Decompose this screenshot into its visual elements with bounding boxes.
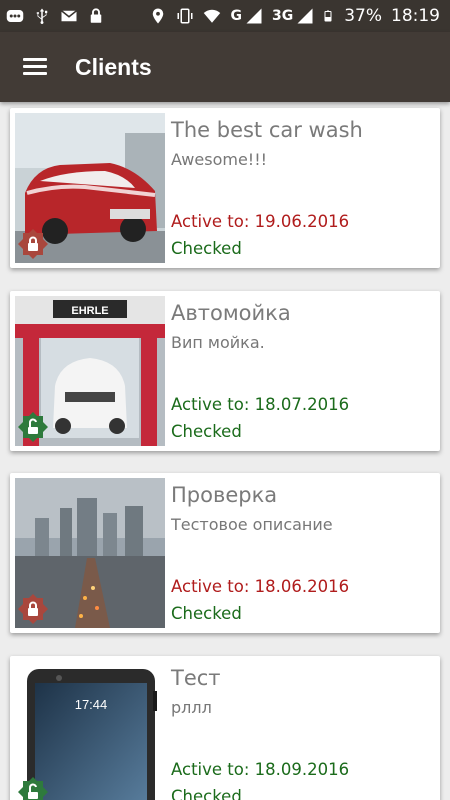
client-description: Awesome!!! — [171, 150, 268, 169]
client-status: Checked — [171, 239, 242, 258]
client-description: рллл — [171, 698, 212, 717]
client-active-to: Active to: 19.06.2016 — [171, 212, 350, 231]
client-card[interactable]: Проверка Тестовое описание Active to: 18… — [10, 473, 440, 633]
client-card[interactable]: 17:44 Тест рллл Active to: 18.09.2016 Ch… — [10, 656, 440, 800]
client-status: Checked — [171, 787, 242, 800]
signal-icon — [297, 8, 313, 24]
network-type-2: 3G — [271, 8, 294, 24]
client-title: Проверка — [171, 483, 278, 507]
client-card[interactable]: The best car wash Awesome!!! Active to: … — [10, 108, 440, 268]
unlock-icon — [18, 412, 48, 442]
location-icon — [153, 8, 164, 24]
more-icon — [6, 10, 24, 22]
client-list[interactable]: The best car wash Awesome!!! Active to: … — [0, 102, 450, 800]
mail-icon — [61, 10, 77, 22]
network-type-1: G — [230, 8, 242, 24]
wifi-icon — [204, 9, 221, 23]
battery-level: 37% — [344, 6, 382, 26]
client-title: Автомойка — [171, 301, 291, 325]
client-description: Тестовое описание — [171, 515, 333, 534]
client-card[interactable]: EHRLE Автомойка Вип мойка. Active to: 18… — [10, 291, 440, 451]
page-title: Clients — [75, 53, 152, 80]
lock-icon — [18, 594, 48, 624]
client-active-to: Active to: 18.06.2016 — [171, 577, 350, 596]
hamburger-menu-icon[interactable] — [23, 58, 47, 76]
unlock-icon — [18, 777, 48, 800]
client-title: Тест — [171, 666, 221, 690]
status-bar: G 3G 37% 18:19 — [0, 0, 450, 32]
status-bar-right: G 3G 37% 18:19 — [149, 6, 440, 26]
client-title: The best car wash — [171, 118, 363, 142]
vibrate-icon — [177, 8, 193, 24]
svg-text:EHRLE: EHRLE — [71, 305, 108, 317]
battery-icon — [324, 10, 332, 22]
lock-icon — [90, 8, 102, 23]
client-status: Checked — [171, 604, 242, 623]
usb-icon — [36, 8, 48, 25]
client-description: Вип мойка. — [171, 333, 265, 352]
status-bar-left — [6, 7, 105, 25]
signal-icon — [246, 8, 262, 24]
client-status: Checked — [171, 422, 242, 441]
lock-icon — [18, 229, 48, 259]
app-bar: Clients — [0, 32, 450, 102]
client-active-to: Active to: 18.09.2016 — [171, 760, 350, 779]
client-active-to: Active to: 18.07.2016 — [171, 395, 350, 414]
phone-clock: 17:44 — [75, 697, 108, 712]
clock: 18:19 — [391, 6, 440, 26]
